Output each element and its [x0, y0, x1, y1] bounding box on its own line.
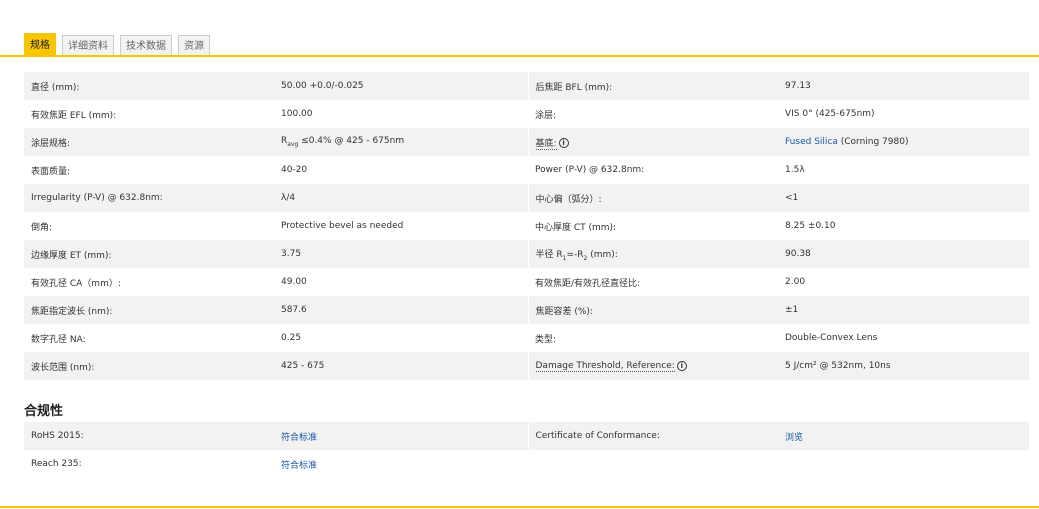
- spec-label: 后焦距 BFL (mm):: [528, 72, 778, 100]
- spec-value: 3.75: [274, 240, 529, 268]
- compliance-label: RoHS 2015:: [24, 422, 274, 450]
- spec-label: 数字孔径 NA:: [24, 324, 274, 352]
- spec-label: 有效焦距 EFL (mm):: [24, 100, 274, 128]
- compliance-title: 合规性: [24, 404, 64, 419]
- table-row: 涂层规格: Ravg ≤0.4% @ 425 - 675nm 基底: i Fuse…: [24, 128, 1029, 156]
- table-row: 焦距指定波长 (nm): 587.6 焦距容差 (%): ±1: [24, 296, 1029, 324]
- radius-label-prefix: 半径 R: [535, 249, 563, 260]
- spec-value: 50.00 +0.0/-0.025: [274, 72, 529, 100]
- tab-specs[interactable]: 规格: [24, 33, 56, 56]
- spec-label: 有效孔径 CA（mm）:: [24, 268, 274, 296]
- spec-label: 倒角:: [24, 212, 274, 240]
- spec-label: 涂层:: [528, 100, 778, 128]
- spec-value: 8.25 ±0.10: [778, 212, 1029, 240]
- spec-label: 中心偏（弧分）:: [528, 184, 778, 212]
- spec-value: Ravg ≤0.4% @ 425 - 675nm: [274, 128, 529, 156]
- table-row: 波长范围 (nm): 425 - 675 Damage Threshold, R…: [24, 352, 1029, 380]
- substrate-label[interactable]: 基底:: [535, 138, 557, 150]
- spec-value-suffix: ≤0.4% @ 425 - 675nm: [298, 136, 405, 147]
- spec-value-suffix: (Corning 7980): [837, 137, 909, 147]
- spec-value: 0.25: [274, 324, 528, 352]
- spec-value: 1.5λ: [778, 156, 1029, 184]
- spec-value: <1: [778, 184, 1029, 212]
- spec-label: 边缘厚度 ET (mm):: [24, 240, 274, 268]
- spec-label: Irregularity (P-V) @ 632.8nm:: [24, 184, 274, 212]
- spec-label: 类型:: [528, 324, 778, 352]
- info-icon[interactable]: i: [558, 138, 569, 148]
- bottom-divider: [0, 506, 1039, 508]
- spec-label: 基底: i: [528, 128, 778, 156]
- compliance-label: [528, 450, 778, 478]
- compliance-table: RoHS 2015: 符合标准 Certificate of Conforman…: [24, 422, 1029, 478]
- spec-label: 表面质量:: [24, 156, 274, 184]
- table-row: Reach 235: 符合标准: [24, 450, 1029, 478]
- radius-label-suffix: (mm):: [587, 249, 618, 260]
- spec-value: 49.00: [274, 268, 528, 296]
- spec-label: 焦距容差 (%):: [528, 296, 778, 324]
- spec-value: Double-Convex Lens: [778, 324, 1029, 352]
- spec-label: 波长范围 (nm):: [24, 352, 274, 380]
- table-row: 表面质量: 40-20 Power (P-V) @ 632.8nm: 1.5λ: [24, 156, 1029, 184]
- tab-bar: 规格 详细资料 技术数据 资源: [24, 33, 216, 56]
- compliance-value: [778, 450, 1029, 478]
- spec-label: 半径 R1=-R2 (mm):: [528, 240, 778, 268]
- table-row: 有效孔径 CA（mm）: 49.00 有效焦距/有效孔径直径比: 2.00: [24, 268, 1029, 296]
- table-row: Irregularity (P-V) @ 632.8nm: λ/4 中心偏（弧分…: [24, 184, 1029, 212]
- spec-value: 97.13: [778, 72, 1029, 100]
- table-row: 倒角: Protective bevel as needed 中心厚度 CT (…: [24, 212, 1029, 240]
- table-row: RoHS 2015: 符合标准 Certificate of Conforman…: [24, 422, 1029, 450]
- radius-label-mid: =-R: [566, 249, 584, 260]
- table-row: 数字孔径 NA: 0.25 类型: Double-Convex Lens: [24, 324, 1029, 352]
- spec-value: 40-20: [274, 156, 528, 184]
- damage-threshold-label[interactable]: Damage Threshold, Reference:: [535, 361, 675, 373]
- table-row: 边缘厚度 ET (mm): 3.75 半径 R1=-R2 (mm): 90.38: [24, 240, 1029, 268]
- spec-value: 425 - 675: [274, 352, 529, 380]
- table-row: 直径 (mm): 50.00 +0.0/-0.025 后焦距 BFL (mm):…: [24, 72, 1029, 100]
- spec-label: 直径 (mm):: [24, 72, 274, 100]
- tab-resources[interactable]: 资源: [178, 35, 210, 56]
- spec-label: 涂层规格:: [24, 128, 274, 156]
- tab-underline: [0, 55, 1039, 57]
- reach-compliant-link[interactable]: 符合标准: [281, 461, 317, 471]
- compliance-value: 浏览: [778, 422, 1029, 450]
- spec-value-subscript: avg: [287, 140, 299, 148]
- spec-value: 5 J/cm² @ 532nm, 10ns: [778, 352, 1029, 380]
- spec-value: λ/4: [274, 184, 529, 212]
- spec-value: 2.00: [778, 268, 1029, 296]
- info-icon[interactable]: i: [676, 360, 687, 371]
- spec-label: Power (P-V) @ 632.8nm:: [528, 156, 778, 184]
- spec-table: 直径 (mm): 50.00 +0.0/-0.025 后焦距 BFL (mm):…: [24, 72, 1029, 380]
- table-row: 有效焦距 EFL (mm): 100.00 涂层: VIS 0° (425-67…: [24, 100, 1029, 128]
- spec-value: 587.6: [274, 296, 529, 324]
- tab-tech-data[interactable]: 技术数据: [120, 35, 172, 56]
- spec-label: 有效焦距/有效孔径直径比:: [528, 268, 778, 296]
- compliance-value: 符合标准: [274, 450, 528, 478]
- certificate-view-link[interactable]: 浏览: [785, 433, 803, 443]
- tab-details[interactable]: 详细资料: [62, 35, 114, 56]
- spec-value: 100.00: [274, 100, 528, 128]
- spec-label: 焦距指定波长 (nm):: [24, 296, 274, 324]
- compliance-label: Certificate of Conformance:: [528, 422, 778, 450]
- spec-value: VIS 0° (425-675nm): [778, 100, 1029, 128]
- spec-value: ±1: [778, 296, 1029, 324]
- spec-value: Protective bevel as needed: [274, 212, 528, 240]
- spec-value: 90.38: [778, 240, 1029, 268]
- rohs-compliant-link[interactable]: 符合标准: [281, 433, 317, 443]
- spec-label: Damage Threshold, Reference: i: [528, 352, 778, 380]
- spec-label: 中心厚度 CT (mm):: [528, 212, 778, 240]
- fused-silica-link[interactable]: Fused Silica: [785, 137, 838, 147]
- compliance-value: 符合标准: [274, 422, 529, 450]
- compliance-label: Reach 235:: [31, 459, 82, 469]
- spec-value: Fused Silica (Corning 7980): [778, 128, 1029, 156]
